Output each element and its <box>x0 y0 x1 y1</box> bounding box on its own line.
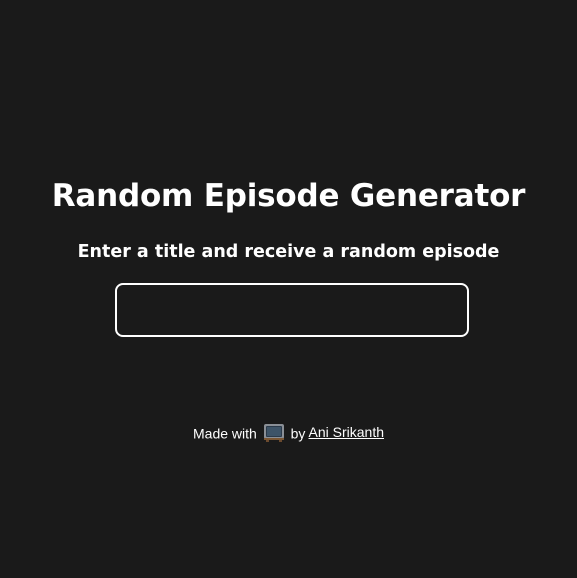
footer-made-with-text: Made with <box>193 425 257 442</box>
title-search-input[interactable] <box>115 283 469 337</box>
television-icon <box>263 423 285 443</box>
page-title: Random Episode Generator <box>51 178 526 214</box>
footer: Made with by Ani Srikanth <box>0 421 577 444</box>
footer-by-text: by <box>290 425 306 442</box>
author-link[interactable]: Ani Srikanth <box>309 424 384 440</box>
page-subtitle: Enter a title and receive a random episo… <box>77 242 500 262</box>
